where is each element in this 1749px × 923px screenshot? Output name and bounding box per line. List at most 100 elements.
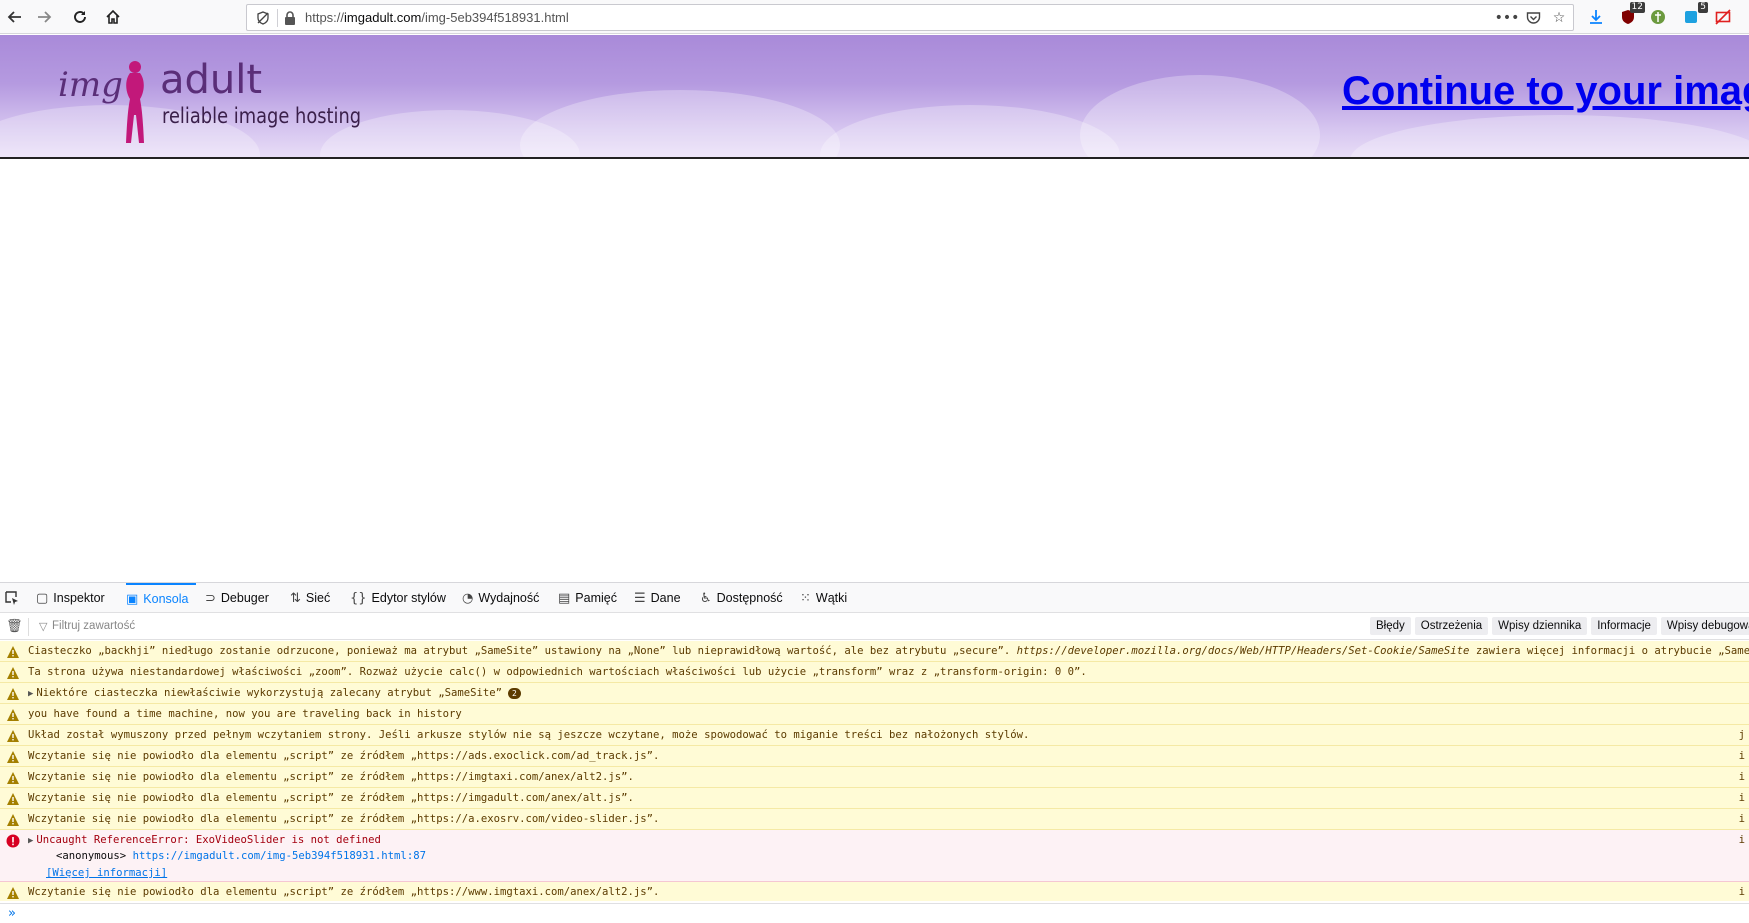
extension-blue-icon[interactable]: 5 xyxy=(1680,2,1708,28)
tab-label: Wątki xyxy=(815,591,848,605)
logo-adult-text: adult xyxy=(160,57,263,103)
console-message-text: Układ został wymuszony przed pełnym wczy… xyxy=(28,729,1030,741)
tab-konsola[interactable]: ▣ Konsola xyxy=(126,583,197,613)
clear-console-icon[interactable]: 🗑 xyxy=(6,619,23,634)
home-button[interactable] xyxy=(100,4,126,30)
console-error[interactable]: ▶ Uncaught ReferenceError: ExoVideoSlider… xyxy=(0,830,1749,882)
console-filter-bar: 🗑 ▽ Filtruj zawartość Błędy Ostrzeżenia … xyxy=(0,614,1749,640)
continue-to-image-link[interactable]: Continue to your image... xyxy=(1342,69,1749,114)
warning-icon xyxy=(7,814,19,826)
warning-icon xyxy=(7,709,19,721)
warning-icon xyxy=(7,688,19,700)
url-host: imgadult.com xyxy=(344,10,422,25)
tab-pamiec[interactable]: ▤ Pamięć xyxy=(558,583,617,613)
filter-input[interactable]: Filtruj zawartość xyxy=(52,620,135,632)
page-actions-icon[interactable]: ••• xyxy=(1495,8,1520,28)
console-warning: Wczytanie się nie powiodło dla elementu … xyxy=(0,767,1749,788)
site-logo[interactable]: img adult reliable image hosting xyxy=(58,57,361,155)
inspector-icon: ▢ xyxy=(36,590,49,606)
tab-label: Wydajność xyxy=(478,591,540,605)
console-message-text: Ta strona używa niestandardowej właściwo… xyxy=(28,666,1087,678)
message-source-link[interactable]: i xyxy=(1739,792,1745,804)
level-errors-button[interactable]: Błędy xyxy=(1370,617,1411,635)
bookmark-star-icon[interactable]: ☆ xyxy=(1549,8,1569,28)
url-text[interactable]: https://imgadult.com/img-5eb394f518931.h… xyxy=(305,10,569,25)
console-message-text: Wczytanie się nie powiodło dla elementu … xyxy=(28,771,634,783)
tab-label: Inspektor xyxy=(53,591,105,605)
message-source-link[interactable]: i xyxy=(1739,886,1745,898)
url-bar[interactable]: https://imgadult.com/img-5eb394f518931.h… xyxy=(246,4,1574,31)
cloud-decoration xyxy=(1080,75,1320,157)
message-source-link[interactable]: i xyxy=(1739,813,1745,825)
downloads-icon[interactable] xyxy=(1585,6,1607,28)
level-warnings-button[interactable]: Ostrzeżenia xyxy=(1414,617,1489,635)
accessibility-icon: ♿ xyxy=(700,590,712,606)
cloud-decoration xyxy=(520,90,840,157)
logo-img-text: img xyxy=(58,65,123,105)
tab-siec[interactable]: ⇅ Sieć xyxy=(290,583,330,613)
message-source-link[interactable]: i xyxy=(1739,834,1745,846)
level-info-button[interactable]: Informacje xyxy=(1591,617,1657,635)
memory-icon: ▤ xyxy=(558,590,571,606)
logo-silhouette-icon xyxy=(126,61,144,143)
reload-button[interactable] xyxy=(67,4,93,30)
console-warning-group[interactable]: ▶ Niektóre ciasteczka niewłaściwie wykorz… xyxy=(0,683,1749,704)
style-editor-icon: {} xyxy=(350,590,367,606)
devtools-tabbar: ▢ Inspektor ▣ Konsola ⊃ Debuger ⇅ Sieć {} Edy… xyxy=(0,583,1749,613)
warning-icon xyxy=(7,793,19,805)
filter-icon: ▽ xyxy=(39,620,48,633)
cloud-decoration xyxy=(820,105,1120,157)
expand-triangle-icon[interactable]: ▶ xyxy=(28,836,33,846)
element-picker-button[interactable] xyxy=(4,583,20,613)
more-info-link[interactable]: [Więcej informacji] xyxy=(46,867,167,879)
expand-triangle-icon[interactable]: ▶ xyxy=(28,689,33,699)
mdn-link[interactable]: https://developer.mozilla.org/docs/Web/H… xyxy=(1017,645,1470,657)
url-path: /img-5eb394f518931.html xyxy=(421,10,569,25)
block-extension-icon[interactable] xyxy=(1712,6,1734,28)
console-message-text: Ciasteczko „backhji” niedługo zostanie o… xyxy=(28,645,1749,657)
message-text: Ciasteczko „backhji” niedługo zostanie o… xyxy=(28,645,1017,657)
tab-dostepnosc[interactable]: ♿ Dostępność xyxy=(700,583,783,613)
warning-icon xyxy=(7,772,19,784)
message-text: Niektóre ciasteczka niewłaściwie wykorzy… xyxy=(36,687,503,699)
tab-label: Dostępność xyxy=(716,591,783,605)
home-icon xyxy=(106,9,120,24)
console-warning: Wczytanie się nie powiodło dla elementu … xyxy=(0,882,1749,901)
level-debug-button[interactable]: Wpisy debugowania xyxy=(1660,617,1749,635)
console-message-text: ▶ Uncaught ReferenceError: ExoVideoSlider… xyxy=(28,834,381,846)
ublock-origin-icon[interactable]: 12 xyxy=(1617,2,1645,28)
console-warning: Wczytanie się nie powiodło dla elementu … xyxy=(0,746,1749,767)
ghostery-icon[interactable] xyxy=(1647,6,1669,28)
extension-badge: 5 xyxy=(1698,2,1708,13)
message-source-link[interactable]: i xyxy=(1739,771,1745,783)
element-picker-icon xyxy=(5,591,18,605)
tracking-protection-icon[interactable] xyxy=(253,8,273,27)
site-header: img adult reliable image hosting Continu… xyxy=(0,35,1749,159)
tab-edytor-stylow[interactable]: {} Edytor stylów xyxy=(350,583,446,613)
filter-separator xyxy=(28,618,29,636)
lock-icon[interactable] xyxy=(283,10,299,26)
pocket-icon[interactable] xyxy=(1523,8,1543,28)
debugger-icon: ⊃ xyxy=(205,590,216,606)
message-source-link[interactable]: i xyxy=(1739,750,1745,762)
tab-label: Konsola xyxy=(143,592,189,606)
forward-button[interactable] xyxy=(31,4,57,30)
tab-watki[interactable]: ⁙ Wątki xyxy=(800,583,847,613)
tab-label: Debuger xyxy=(220,591,269,605)
reload-icon xyxy=(74,11,86,23)
tab-debuger[interactable]: ⊃ Debuger xyxy=(205,583,269,613)
level-logs-button[interactable]: Wpisy dziennika xyxy=(1492,617,1588,635)
browser-toolbar: https://imgadult.com/img-5eb394f518931.h… xyxy=(0,0,1749,34)
warning-icon xyxy=(7,751,19,763)
console-input[interactable]: » xyxy=(0,903,1749,923)
console-message-text: ▶ Niektóre ciasteczka niewłaściwie wykorz… xyxy=(28,687,521,699)
message-source-link[interactable]: j xyxy=(1739,729,1745,741)
console-warning: Układ został wymuszony przed pełnym wczy… xyxy=(0,725,1749,746)
performance-icon: ◔ xyxy=(462,590,474,606)
back-button[interactable] xyxy=(2,4,28,30)
tab-wydajnosc[interactable]: ◔ Wydajność xyxy=(462,583,539,613)
tab-dane[interactable]: ☰ Dane xyxy=(634,583,681,613)
tab-inspektor[interactable]: ▢ Inspektor xyxy=(36,583,105,613)
stack-location-link[interactable]: https://imgadult.com/img-5eb394f518931.h… xyxy=(133,850,426,862)
console-warning: Ciasteczko „backhji” niedługo zostanie o… xyxy=(0,641,1749,662)
